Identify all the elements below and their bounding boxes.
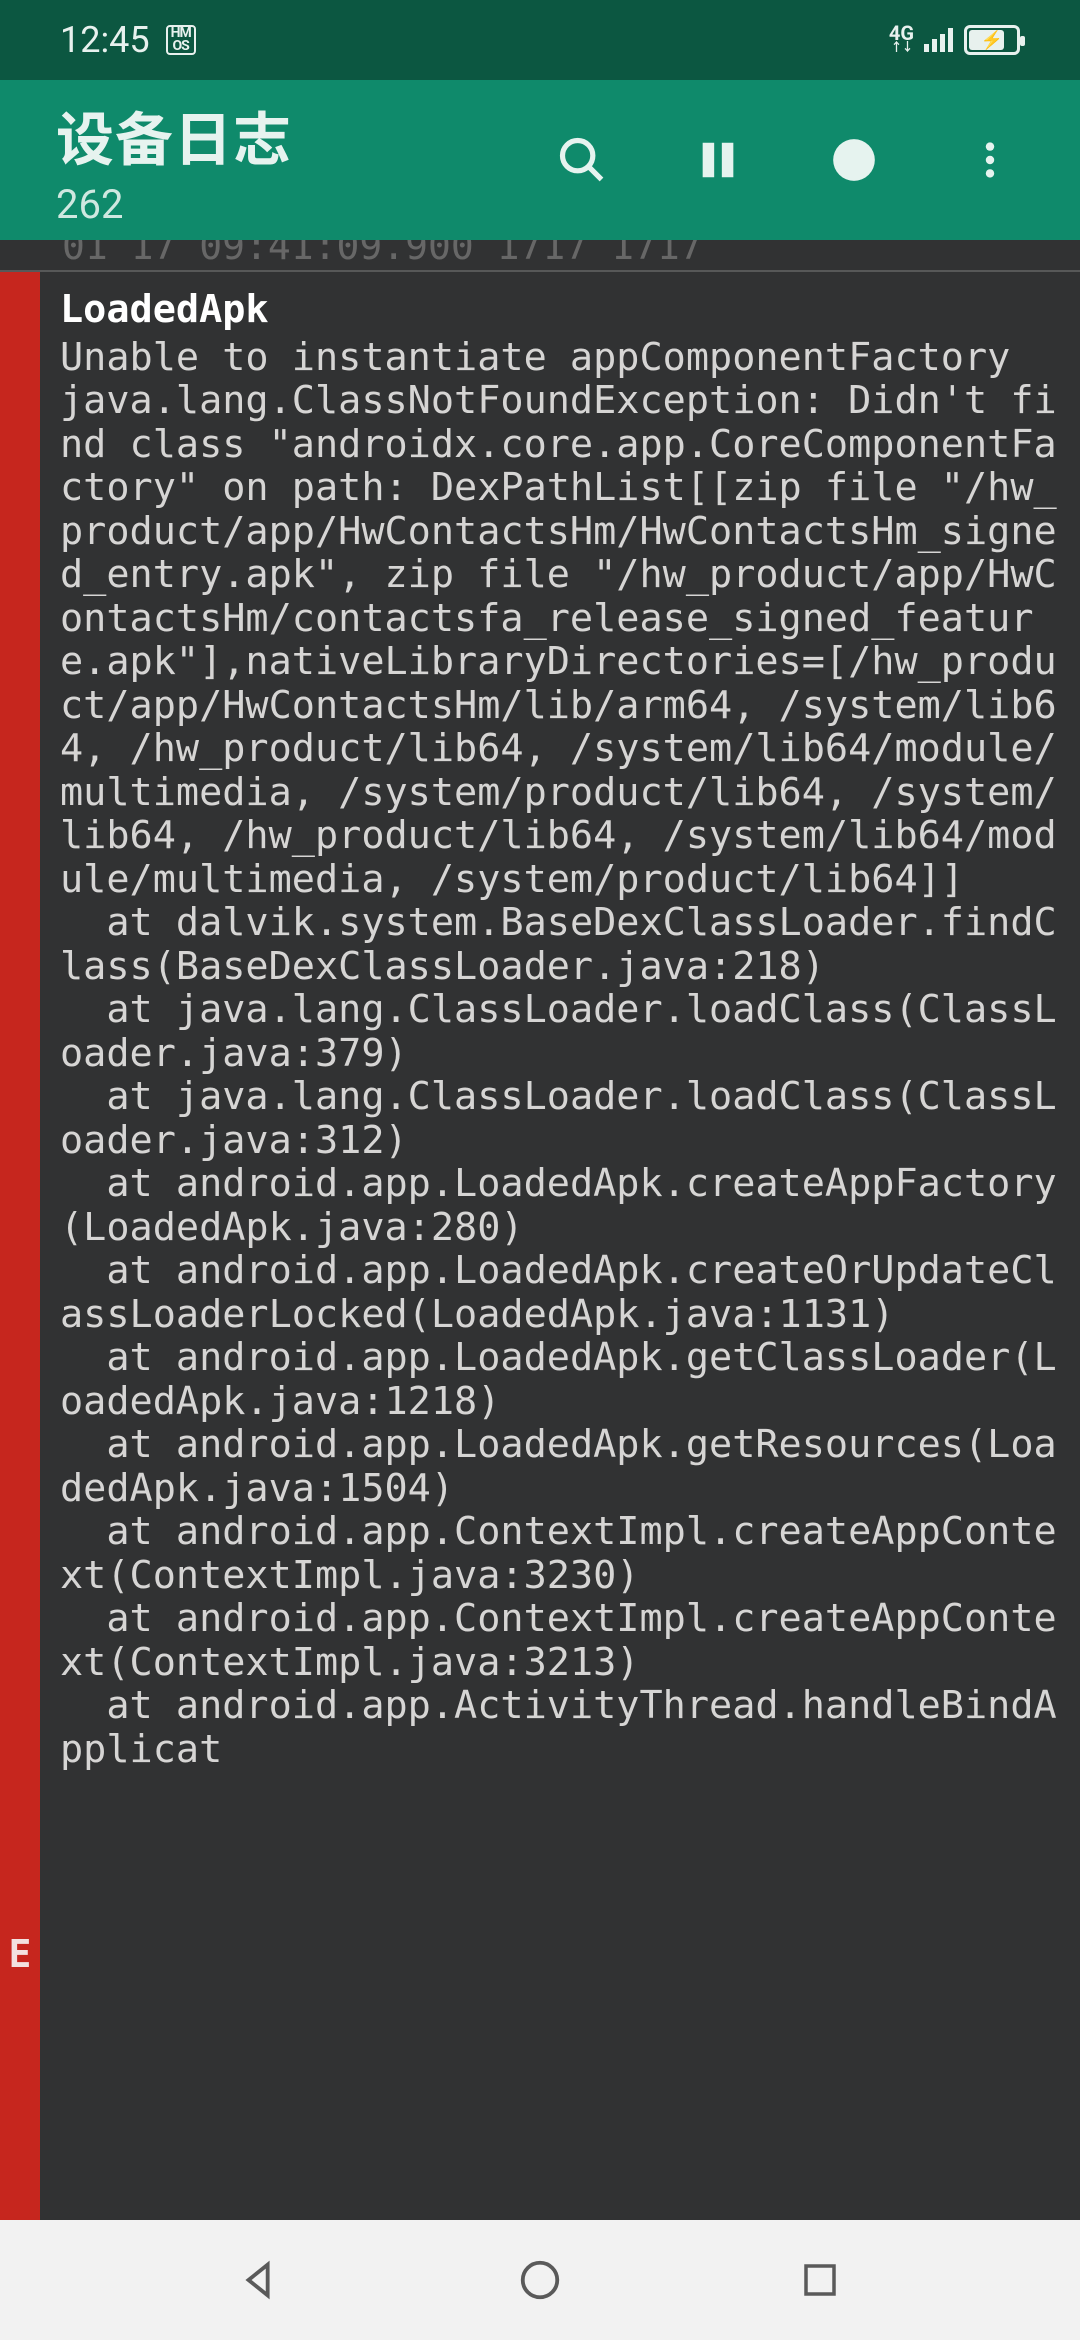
app-titles: 设备日志 262 — [56, 93, 552, 228]
record-icon[interactable] — [824, 130, 884, 190]
nav-bar — [0, 2220, 1080, 2340]
screen: 12:45 HMOS 4G ↑↓ ⚡ 设备日志 262 — [0, 0, 1080, 2340]
log-count: 262 — [56, 181, 552, 228]
log-tag: LoadedApk — [60, 288, 1070, 332]
battery-icon: ⚡ — [964, 25, 1020, 55]
log-message: Unable to instantiate appComponentFactor… — [60, 336, 1070, 1772]
nav-back-icon[interactable] — [230, 2250, 290, 2310]
app-bar: 设备日志 262 — [0, 80, 1080, 240]
nav-recents-icon[interactable] — [790, 2250, 850, 2310]
log-level-badge: E — [0, 272, 40, 2220]
log-body: LoadedApk Unable to instantiate appCompo… — [40, 272, 1080, 1771]
log-entry: E LoadedApk Unable to instantiate appCom… — [0, 272, 1080, 2220]
log-area[interactable]: 01 17 09:41:09.900 1717 1717 E LoadedApk… — [0, 240, 1080, 2220]
nav-home-icon[interactable] — [510, 2250, 570, 2310]
harmonyos-badge: HMOS — [166, 25, 196, 55]
status-right: 4G ↑↓ ⚡ — [889, 25, 1020, 55]
log-prev-fragment: 01 17 09:41:09.900 1717 1717 — [0, 240, 1080, 272]
page-title: 设备日志 — [56, 93, 552, 177]
status-time: 12:45 — [60, 19, 150, 61]
app-actions — [552, 130, 1050, 190]
search-icon[interactable] — [552, 130, 612, 190]
pause-icon[interactable] — [688, 130, 748, 190]
signal-icon — [924, 28, 954, 52]
status-left: 12:45 HMOS — [60, 19, 196, 61]
status-bar: 12:45 HMOS 4G ↑↓ ⚡ — [0, 0, 1080, 80]
more-icon[interactable] — [960, 130, 1020, 190]
network-indicator: 4G ↑↓ — [889, 26, 914, 54]
